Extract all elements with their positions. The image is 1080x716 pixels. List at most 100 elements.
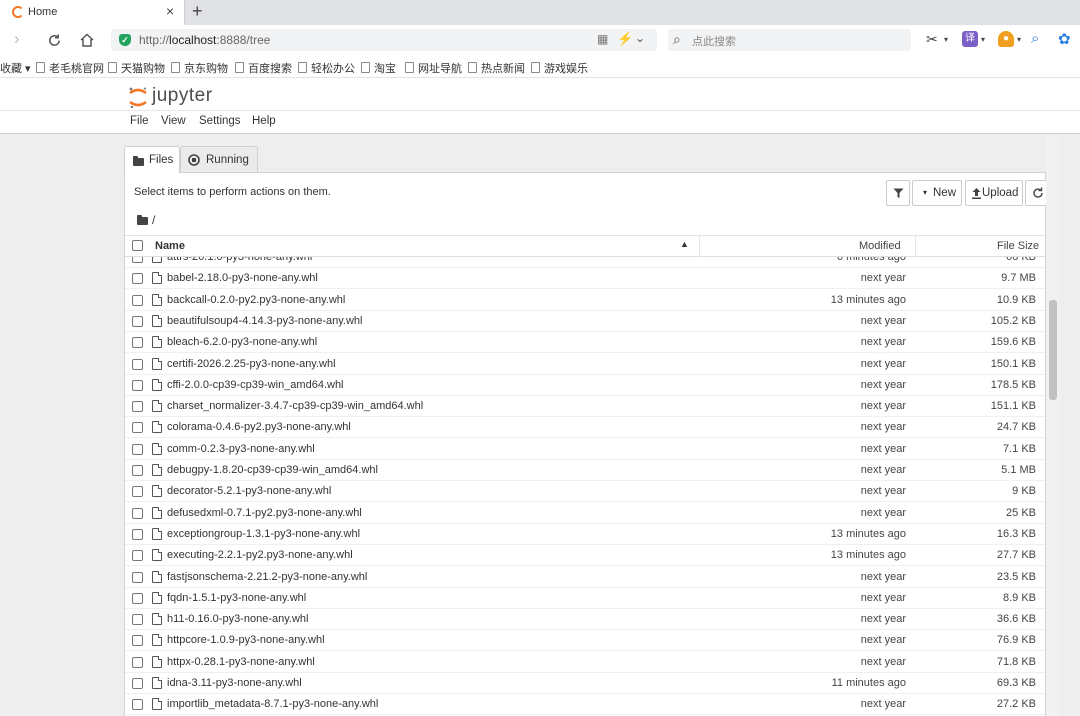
shield-dropdown-icon[interactable]: ▾ [1017,35,1021,44]
file-checkbox[interactable] [132,380,143,391]
scrollbar-thumb[interactable] [1049,300,1057,400]
lightning-icon[interactable]: ⚡ [617,31,633,47]
close-tab-icon[interactable]: × [166,3,174,19]
bookmark-item[interactable]: 百度搜索 [235,60,292,76]
file-row[interactable]: fastjsonschema-2.21.2-py3-none-any.whl ne… [125,567,1045,588]
file-row[interactable]: backcall-0.2.0-py2.py3-none-any.whl 13 mi… [125,290,1045,311]
file-checkbox[interactable] [132,657,143,668]
reload-icon[interactable] [47,33,62,48]
menu-file[interactable]: File [130,115,149,127]
file-name-link[interactable]: importlib_metadata-8.7.1-py3-none-any.wh… [167,698,378,710]
column-modified[interactable]: Modified [859,240,901,252]
select-all-checkbox[interactable] [132,240,143,251]
column-name[interactable]: Name [155,240,185,252]
bookmark-item[interactable]: 热点新闻 [468,60,525,76]
file-checkbox[interactable] [132,444,143,455]
file-checkbox[interactable] [132,465,143,476]
file-row[interactable]: bleach-6.2.0-py3-none-any.whl next year 15… [125,332,1045,353]
file-name-link[interactable]: comm-0.2.3-py3-none-any.whl [167,443,315,455]
file-checkbox[interactable] [132,529,143,540]
bookmark-item[interactable]: 游戏娱乐 [531,60,588,76]
tab-running[interactable]: Running [180,146,258,172]
file-row[interactable]: decorator-5.2.1-py3-none-any.whl next yea… [125,481,1045,502]
file-name-link[interactable]: defusedxml-0.7.1-py2.py3-none-any.whl [167,507,362,519]
file-checkbox[interactable] [132,486,143,497]
bookmark-favorites[interactable]: 收藏 ▾ [0,60,31,76]
breadcrumb[interactable]: / [137,213,155,227]
file-name-link[interactable]: certifi-2026.2.25-py3-none-any.whl [167,358,336,370]
file-checkbox[interactable] [132,593,143,604]
file-row[interactable]: httpcore-1.0.9-py3-none-any.whl next year… [125,630,1045,651]
file-checkbox[interactable] [132,422,143,433]
file-checkbox[interactable] [132,699,143,710]
file-checkbox[interactable] [132,359,143,370]
file-row[interactable]: charset_normalizer-3.4.7-cp39-cp39-win_a… [125,396,1045,417]
file-row[interactable]: idna-3.11-py3-none-any.whl 11 minutes ago… [125,673,1045,694]
file-name-link[interactable]: babel-2.18.0-py3-none-any.whl [167,272,318,284]
translate-icon[interactable]: 译 [962,31,978,47]
file-checkbox[interactable] [132,401,143,412]
search-box[interactable]: ⌕ 点此搜索 [668,29,911,51]
file-row[interactable]: beautifulsoup4-4.14.3-py3-none-any.whl ne… [125,311,1045,332]
bookmark-item[interactable]: 淘宝 [361,60,396,76]
bookmark-item[interactable]: 老毛桃官网 [36,60,104,76]
file-row[interactable]: colorama-0.4.6-py2.py3-none-any.whl next … [125,417,1045,438]
browser-tab-home[interactable]: Home × [0,0,185,25]
file-name-link[interactable]: charset_normalizer-3.4.7-cp39-cp39-win_a… [167,400,423,412]
menu-help[interactable]: Help [252,115,276,127]
file-name-link[interactable]: idna-3.11-py3-none-any.whl [167,677,302,689]
translate-dropdown-icon[interactable]: ▾ [981,35,985,44]
file-checkbox[interactable] [132,508,143,519]
file-checkbox[interactable] [132,678,143,689]
qr-code-icon[interactable]: ▦ [597,32,608,46]
address-bar[interactable]: ✓ http://localhost:8888/tree ▦ ⚡ ⌄ [111,29,657,51]
file-checkbox[interactable] [132,273,143,284]
file-checkbox[interactable] [132,295,143,306]
scissors-dropdown-icon[interactable]: ▾ [944,35,948,44]
menu-view[interactable]: View [161,115,186,127]
file-checkbox[interactable] [132,614,143,625]
file-name-link[interactable]: decorator-5.2.1-py3-none-any.whl [167,485,331,497]
file-row[interactable]: comm-0.2.3-py3-none-any.whl next year 7.1 … [125,439,1045,460]
file-row[interactable]: httpx-0.28.1-py3-none-any.whl next year 71… [125,652,1045,673]
puzzle-icon[interactable]: ✿ [1058,30,1071,48]
jupyter-logo[interactable]: jupyter [127,83,223,111]
file-checkbox[interactable] [132,316,143,327]
bookmark-item[interactable]: 轻松办公 [298,60,355,76]
file-row[interactable]: cffi-2.0.0-cp39-cp39-win_amd64.whl next y… [125,375,1045,396]
file-name-link[interactable]: fqdn-1.5.1-py3-none-any.whl [167,592,306,604]
file-name-link[interactable]: backcall-0.2.0-py2.py3-none-any.whl [167,294,345,306]
file-row[interactable]: importlib_metadata-8.7.1-py3-none-any.wh… [125,694,1045,715]
file-checkbox[interactable] [132,550,143,561]
bookmark-item[interactable]: 网址导航 [405,60,462,76]
file-name-link[interactable]: debugpy-1.8.20-cp39-cp39-win_amd64.whl [167,464,378,476]
file-row[interactable]: defusedxml-0.7.1-py2.py3-none-any.whl nex… [125,503,1045,524]
home-icon[interactable] [79,32,95,48]
menu-settings[interactable]: Settings [199,115,241,127]
file-row[interactable]: fqdn-1.5.1-py3-none-any.whl next year 8.9 … [125,588,1045,609]
filter-button[interactable] [886,180,910,206]
tab-files[interactable]: Files [124,146,180,173]
chevron-down-icon[interactable]: ⌄ [635,31,645,45]
page-scrollbar[interactable] [1046,135,1060,716]
bookmark-item[interactable]: 京东购物 [171,60,228,76]
file-name-link[interactable]: httpcore-1.0.9-py3-none-any.whl [167,634,325,646]
column-file-size[interactable]: File Size [997,240,1039,252]
breadcrumb-root[interactable]: / [152,213,155,227]
file-name-link[interactable]: cffi-2.0.0-cp39-cp39-win_amd64.whl [167,379,344,391]
file-name-link[interactable]: executing-2.2.1-py2.py3-none-any.whl [167,549,353,561]
new-button[interactable]: ▾ New [912,180,962,206]
sort-ascending-icon[interactable]: ▲ [680,239,689,249]
file-name-link[interactable]: exceptiongroup-1.3.1-py3-none-any.whl [167,528,360,540]
file-row[interactable]: exceptiongroup-1.3.1-py3-none-any.whl 13 … [125,524,1045,545]
file-name-link[interactable]: beautifulsoup4-4.14.3-py3-none-any.whl [167,315,362,327]
file-name-link[interactable]: h11-0.16.0-py3-none-any.whl [167,613,308,625]
file-checkbox[interactable] [132,337,143,348]
file-row[interactable]: certifi-2026.2.25-py3-none-any.whl next y… [125,354,1045,375]
forward-icon[interactable]: › [14,29,20,49]
file-name-link[interactable]: colorama-0.4.6-py2.py3-none-any.whl [167,421,351,433]
magnifier-extension-icon[interactable]: ⌕ [1031,30,1039,47]
scissors-icon[interactable]: ✂ [926,31,938,48]
file-row[interactable]: executing-2.2.1-py2.py3-none-any.whl 13 m… [125,545,1045,566]
file-row[interactable]: h11-0.16.0-py3-none-any.whl next year 36.6… [125,609,1045,630]
